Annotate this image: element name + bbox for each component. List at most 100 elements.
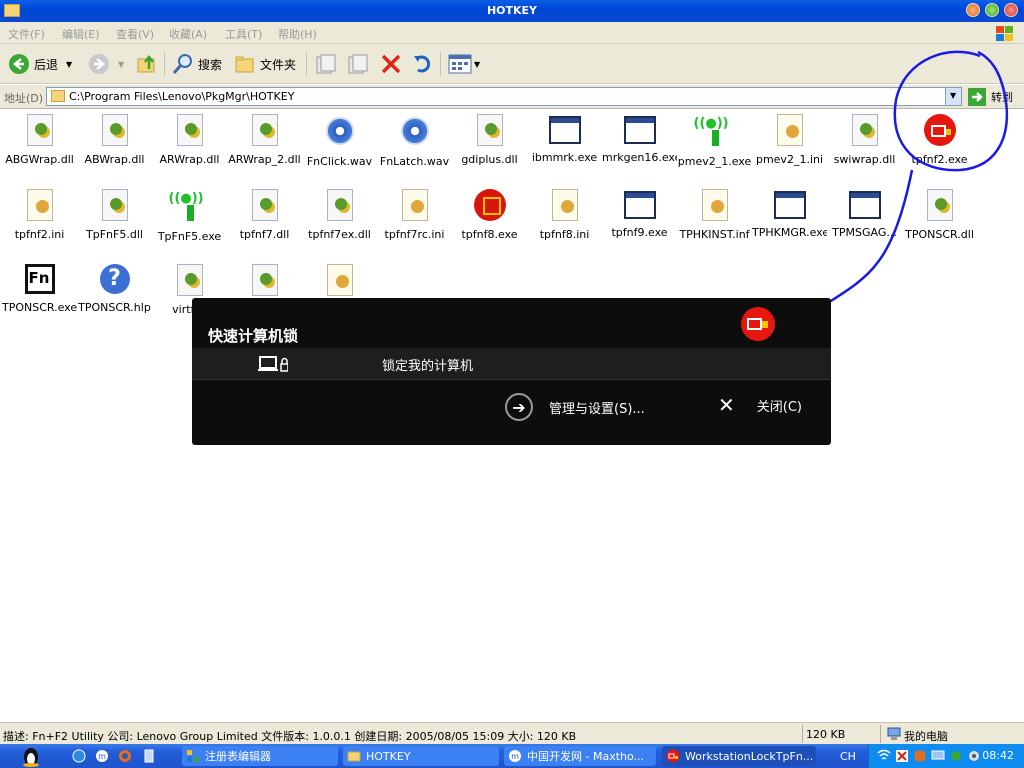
go-label: 转到 bbox=[991, 90, 1013, 104]
file-name: swiwrap.dll bbox=[833, 153, 896, 166]
file-item[interactable]: ARWrap.dll bbox=[152, 110, 227, 182]
display-icon[interactable] bbox=[931, 749, 945, 763]
quicklaunch-app-icon[interactable] bbox=[142, 749, 156, 763]
file-item[interactable]: tpfnf2.ini bbox=[2, 185, 77, 257]
file-item[interactable]: tpfnf7rc.ini bbox=[377, 185, 452, 257]
chevron-down-icon[interactable]: ▼ bbox=[118, 60, 124, 69]
menu-edit[interactable]: 编辑(E) bbox=[62, 26, 100, 42]
file-item[interactable]: pmev2_1.exe bbox=[677, 110, 752, 182]
menu-view[interactable]: 查看(V) bbox=[116, 26, 154, 42]
task-hotkey[interactable]: HOTKEY bbox=[343, 746, 499, 766]
lock-computer-item[interactable]: 锁定我的计算机 bbox=[192, 348, 831, 380]
file-item[interactable]: TPHKMGR.exe bbox=[752, 185, 827, 257]
computer-lock-icon bbox=[258, 356, 288, 372]
manage-settings-button[interactable]: ➔ 管理与设置(S)... bbox=[505, 393, 645, 421]
file-item[interactable]: swiwrap.dll bbox=[827, 110, 902, 182]
back-button[interactable]: 后退 ▼ bbox=[8, 52, 72, 76]
folder-icon bbox=[51, 90, 65, 102]
file-item[interactable]: TpFnF5.dll bbox=[77, 185, 152, 257]
file-item[interactable]: gdiplus.dll bbox=[452, 110, 527, 182]
file-item[interactable]: TPHKINST.inf bbox=[677, 185, 752, 257]
delete-button[interactable] bbox=[380, 52, 402, 76]
file-name: tpfnf7ex.dll bbox=[308, 228, 371, 241]
fn-file-icon: Fn bbox=[24, 264, 55, 294]
maximize-button[interactable] bbox=[985, 3, 999, 17]
file-name: TPHKMGR.exe bbox=[752, 226, 827, 239]
quick-lock-popup: 快速计算机锁 锁定我的计算机 ➔ 管理与设置(S)... ✕ 关闭(C) bbox=[192, 298, 831, 445]
security-icon[interactable] bbox=[895, 749, 909, 763]
language-indicator[interactable]: CH bbox=[840, 750, 856, 763]
address-input[interactable]: C:\Program Files\Lenovo\PkgMgr\HOTKEY ▼ bbox=[46, 87, 962, 106]
chevron-down-icon[interactable]: ▼ bbox=[474, 60, 480, 69]
undo-icon bbox=[414, 55, 431, 73]
chevron-down-icon[interactable]: ▼ bbox=[66, 60, 72, 69]
file-name: FnClick.wav bbox=[306, 155, 373, 168]
file-item[interactable]: TpFnF5.exe bbox=[152, 185, 227, 257]
file-item[interactable]: mrkgen16.exe bbox=[602, 110, 677, 182]
status-size: 120 KB bbox=[806, 728, 846, 741]
file-item[interactable]: ? TPONSCR.hlp bbox=[77, 260, 152, 332]
menu-file[interactable]: 文件(F) bbox=[8, 26, 45, 42]
ini-file-icon bbox=[551, 189, 578, 221]
exe-file-icon bbox=[773, 191, 806, 219]
qq-penguin-icon[interactable] bbox=[20, 745, 42, 767]
status-bar: 描述: Fn+F2 Utility 公司: Lenovo Group Limit… bbox=[0, 722, 1024, 744]
popup-close-button[interactable]: ✕ 关闭(C) bbox=[718, 393, 802, 417]
exe-file-icon bbox=[623, 191, 656, 219]
task-regedit[interactable]: 注册表编辑器 bbox=[182, 746, 338, 766]
lock-computer-label: 锁定我的计算机 bbox=[382, 359, 474, 374]
copy-to-button[interactable] bbox=[346, 52, 370, 76]
task-workstation-lock[interactable]: WorkstationLockTpFn... bbox=[662, 746, 816, 766]
up-folder-button[interactable] bbox=[136, 52, 158, 76]
file-item[interactable]: tpfnf7ex.dll bbox=[302, 185, 377, 257]
close-button[interactable] bbox=[1004, 3, 1018, 17]
views-button[interactable]: ▼ bbox=[448, 52, 480, 76]
task-maxthon[interactable]: m 中国开发网 - Maxtho... bbox=[504, 746, 656, 766]
menu-tools[interactable]: 工具(T) bbox=[225, 26, 262, 42]
network-icon[interactable] bbox=[877, 749, 891, 763]
undo-button[interactable] bbox=[412, 52, 434, 76]
back-label: 后退 bbox=[34, 57, 59, 72]
clock: 08:42 bbox=[982, 749, 1014, 762]
antenna-file-icon bbox=[169, 189, 207, 223]
file-item[interactable]: ibmmrk.exe bbox=[527, 110, 602, 182]
file-item[interactable]: tpfnf7.dll bbox=[227, 185, 302, 257]
quicklaunch-firefox-icon[interactable] bbox=[118, 749, 132, 763]
address-dropdown-button[interactable]: ▼ bbox=[945, 88, 961, 105]
quicklaunch-maxthon-icon[interactable]: m bbox=[95, 749, 109, 763]
search-button[interactable]: 搜索 bbox=[172, 52, 222, 76]
dll-file-icon bbox=[476, 114, 503, 146]
folders-button[interactable]: 文件夹 bbox=[234, 52, 296, 76]
file-item[interactable]: FnClick.wav bbox=[302, 110, 377, 182]
file-item[interactable]: tpfnf8.ini bbox=[527, 185, 602, 257]
lock-app-icon bbox=[666, 749, 680, 763]
file-item[interactable]: ABWrap.dll bbox=[77, 110, 152, 182]
move-to-button[interactable] bbox=[314, 52, 338, 76]
file-item[interactable]: pmev2_1.ini bbox=[752, 110, 827, 182]
file-item[interactable]: tpfnf9.exe bbox=[602, 185, 677, 257]
toolbar-separator bbox=[440, 52, 441, 76]
file-item[interactable]: TPMSGAG... bbox=[827, 185, 902, 257]
menu-favorites[interactable]: 收藏(A) bbox=[169, 26, 207, 42]
file-item[interactable]: Fn TPONSCR.exe bbox=[2, 260, 77, 332]
quicklaunch-browser-icon[interactable] bbox=[72, 749, 86, 763]
file-item[interactable]: tpfnf8.exe bbox=[452, 185, 527, 257]
wav-file-icon bbox=[323, 114, 357, 148]
file-item[interactable]: ABGWrap.dll bbox=[2, 110, 77, 182]
menu-help[interactable]: 帮助(H) bbox=[278, 26, 317, 42]
forward-button[interactable]: ▼ bbox=[88, 52, 124, 76]
dll-file-icon bbox=[101, 189, 128, 221]
go-button[interactable]: 转到 bbox=[968, 87, 1013, 106]
tray-status-icon[interactable] bbox=[949, 749, 963, 763]
file-item[interactable]: TPONSCR.dll bbox=[902, 185, 977, 257]
exe-file-icon bbox=[548, 116, 581, 144]
tray-app-icon[interactable] bbox=[913, 749, 927, 763]
file-item[interactable]: ARWrap_2.dll bbox=[227, 110, 302, 182]
file-item[interactable]: tpfnf2.exe bbox=[902, 110, 977, 182]
tray-settings-icon[interactable] bbox=[967, 749, 981, 763]
dll-file-icon bbox=[176, 114, 203, 146]
file-name: TpFnF5.dll bbox=[86, 228, 143, 241]
file-item[interactable]: FnLatch.wav bbox=[377, 110, 452, 182]
minimize-button[interactable] bbox=[966, 3, 980, 17]
folder-icon bbox=[347, 751, 361, 762]
